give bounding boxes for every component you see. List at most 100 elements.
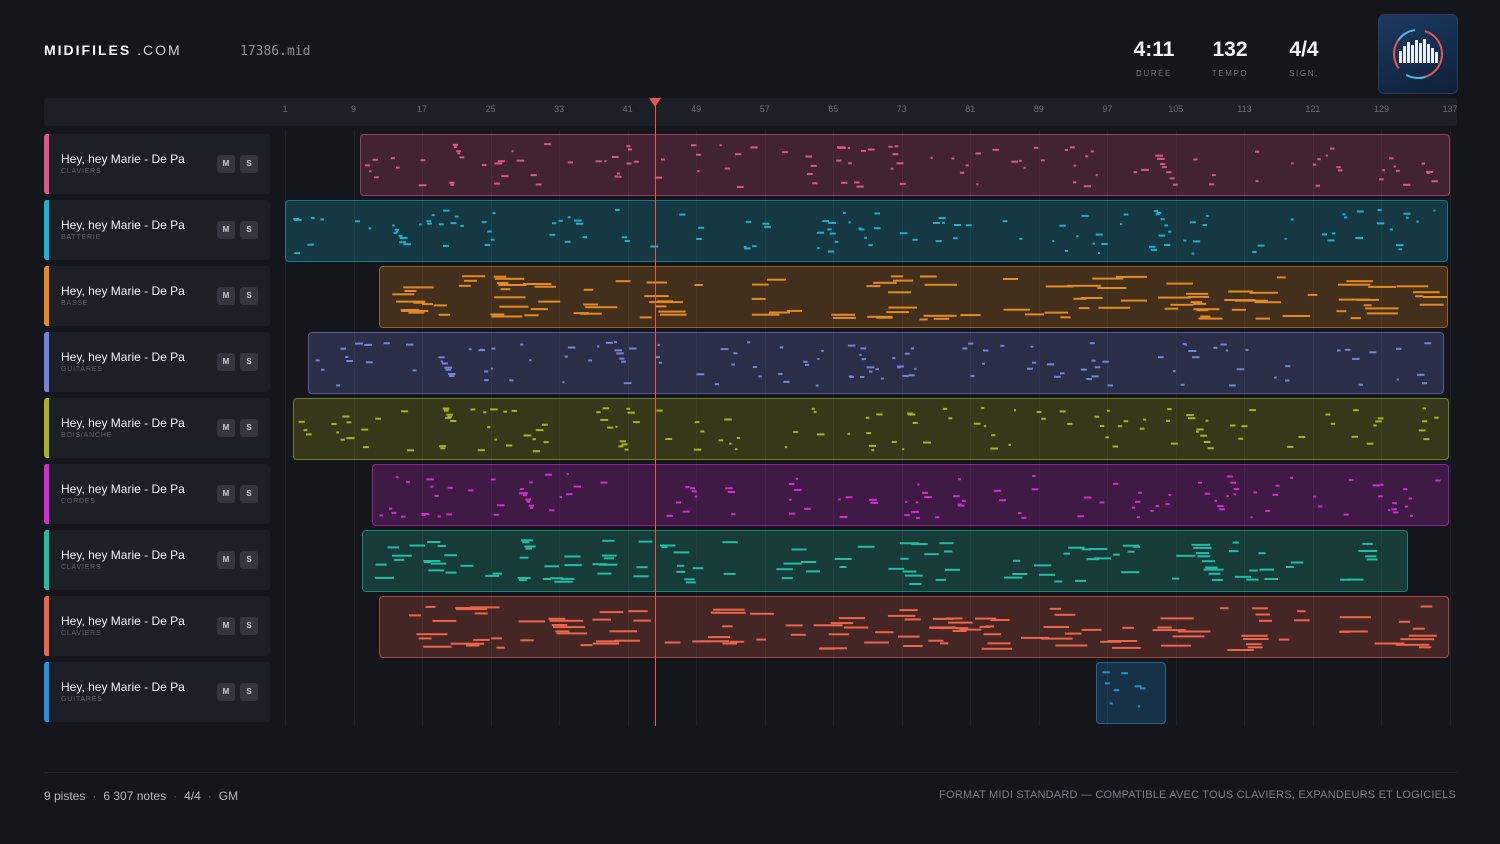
- ruler-tick: 89: [1033, 104, 1044, 114]
- track-color-stripe: [44, 662, 49, 722]
- note: [815, 384, 819, 387]
- solo-button[interactable]: S: [240, 353, 258, 371]
- note: [1291, 162, 1294, 165]
- mute-button[interactable]: M: [217, 353, 235, 371]
- mute-button[interactable]: M: [217, 419, 235, 437]
- midi-clip[interactable]: [372, 464, 1449, 526]
- note: [908, 374, 915, 377]
- note: [1342, 213, 1346, 216]
- note: [555, 630, 570, 633]
- track-header[interactable]: Hey, hey Marie - De Pa CLAVIERS M S: [44, 530, 270, 590]
- note: [390, 157, 395, 160]
- note: [990, 619, 1010, 621]
- track-header[interactable]: Hey, hey Marie - De Pa GUITARES M S: [44, 332, 270, 392]
- note: [904, 514, 910, 517]
- note: [1389, 157, 1394, 160]
- solo-button[interactable]: S: [240, 683, 258, 701]
- note: [1160, 617, 1194, 620]
- note: [871, 449, 875, 452]
- mute-button[interactable]: M: [217, 485, 235, 503]
- note: [1201, 560, 1215, 563]
- track-header[interactable]: Hey, hey Marie - De Pa BATTERIE M S: [44, 200, 270, 260]
- mute-button[interactable]: M: [217, 617, 235, 635]
- note: [1417, 373, 1425, 376]
- solo-button[interactable]: S: [240, 617, 258, 635]
- note: [596, 411, 601, 414]
- album-thumbnail[interactable]: [1378, 14, 1458, 94]
- note: [697, 170, 700, 173]
- solo-button[interactable]: S: [240, 287, 258, 305]
- track-header[interactable]: Hey, hey Marie - De Pa BASSE M S: [44, 266, 270, 326]
- note: [791, 548, 807, 551]
- note: [1318, 505, 1323, 508]
- note: [1000, 344, 1005, 347]
- note: [621, 443, 628, 446]
- track-header[interactable]: Hey, hey Marie - De Pa CORDES M S: [44, 464, 270, 524]
- note: [1064, 149, 1069, 151]
- note: [847, 432, 851, 435]
- note: [1255, 150, 1260, 153]
- playhead[interactable]: [655, 106, 656, 726]
- note: [1412, 291, 1440, 294]
- mute-button[interactable]: M: [217, 287, 235, 305]
- track-header[interactable]: Hey, hey Marie - De Pa CLAVIERS M S: [44, 596, 270, 656]
- note: [917, 483, 920, 486]
- note: [619, 440, 626, 443]
- track-header[interactable]: Hey, hey Marie - De Pa CLAVIERS M S: [44, 134, 270, 194]
- note: [574, 219, 582, 222]
- footer-notes-count: 6 307 notes: [103, 789, 167, 803]
- note: [1122, 544, 1139, 547]
- midi-clip[interactable]: [1096, 662, 1166, 724]
- note: [806, 570, 820, 573]
- note: [779, 346, 784, 349]
- timeline-ruler[interactable]: 1 9 17 25 33 41 49 57 65 73 81 89 97 105 113 121 129 137: [44, 98, 1458, 126]
- note: [694, 495, 698, 498]
- track-header[interactable]: Hey, hey Marie - De Pa BOIS/ANCHE M S: [44, 398, 270, 458]
- note: [854, 181, 860, 184]
- note: [923, 441, 931, 444]
- midi-clip[interactable]: [308, 332, 1444, 394]
- track-header[interactable]: Hey, hey Marie - De Pa GUITARES M S: [44, 662, 270, 722]
- note: [1072, 181, 1077, 184]
- note: [1002, 278, 1018, 280]
- note: [438, 223, 444, 226]
- note: [1039, 573, 1056, 576]
- note: [412, 369, 417, 372]
- solo-button[interactable]: S: [240, 485, 258, 503]
- solo-button[interactable]: S: [240, 155, 258, 173]
- note: [1408, 634, 1437, 637]
- note: [1031, 488, 1039, 491]
- midi-clip[interactable]: [379, 596, 1449, 658]
- solo-button[interactable]: S: [240, 419, 258, 437]
- note: [848, 162, 852, 165]
- solo-button[interactable]: S: [240, 551, 258, 569]
- midi-clip[interactable]: [362, 530, 1408, 592]
- mute-button[interactable]: M: [217, 155, 235, 173]
- note: [1107, 409, 1110, 412]
- note: [1228, 550, 1239, 553]
- midi-clip[interactable]: [285, 200, 1448, 262]
- note: [1277, 276, 1286, 279]
- note: [1008, 443, 1011, 446]
- note: [677, 564, 685, 567]
- midi-clip[interactable]: [293, 398, 1449, 460]
- note: [1272, 493, 1279, 496]
- note: [690, 144, 697, 147]
- mute-button[interactable]: M: [217, 551, 235, 569]
- note: [1353, 409, 1359, 412]
- note: [1099, 501, 1105, 504]
- note: [822, 220, 829, 223]
- track-color-stripe: [44, 266, 49, 326]
- midi-clip[interactable]: [360, 134, 1450, 196]
- mute-button[interactable]: M: [217, 683, 235, 701]
- note: [1224, 299, 1256, 301]
- note: [1220, 607, 1229, 610]
- note: [426, 220, 432, 223]
- note: [580, 644, 593, 647]
- note: [487, 426, 491, 429]
- midi-clip[interactable]: [379, 266, 1448, 328]
- solo-button[interactable]: S: [240, 221, 258, 239]
- note: [1421, 162, 1425, 165]
- mute-button[interactable]: M: [217, 221, 235, 239]
- note: [1325, 154, 1328, 157]
